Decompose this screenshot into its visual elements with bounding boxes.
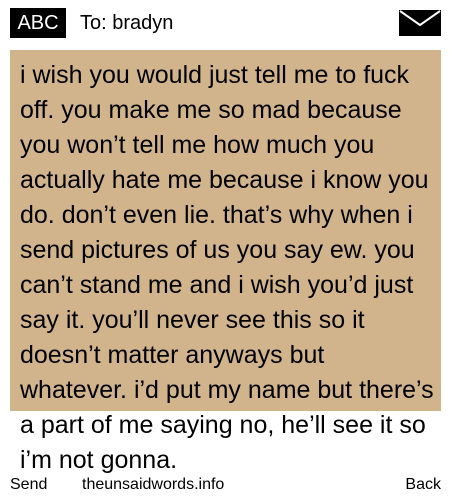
send-button[interactable]: Send bbox=[10, 474, 50, 496]
recipient-field[interactable]: To: bradyn bbox=[80, 8, 173, 38]
input-mode-badge[interactable]: ABC bbox=[10, 8, 66, 38]
watermark-text: theunsaidwords.info bbox=[80, 474, 227, 496]
back-button[interactable]: Back bbox=[403, 474, 441, 496]
recipient-name: bradyn bbox=[112, 12, 174, 34]
header: ABC To: bradyn bbox=[0, 0, 450, 44]
softkey-bar: Send theunsaidwords.info Back bbox=[0, 474, 450, 500]
to-label: To: bbox=[80, 12, 107, 34]
message-body[interactable]: i wish you would just tell me to fuck of… bbox=[20, 58, 436, 478]
envelope-icon bbox=[399, 10, 441, 36]
